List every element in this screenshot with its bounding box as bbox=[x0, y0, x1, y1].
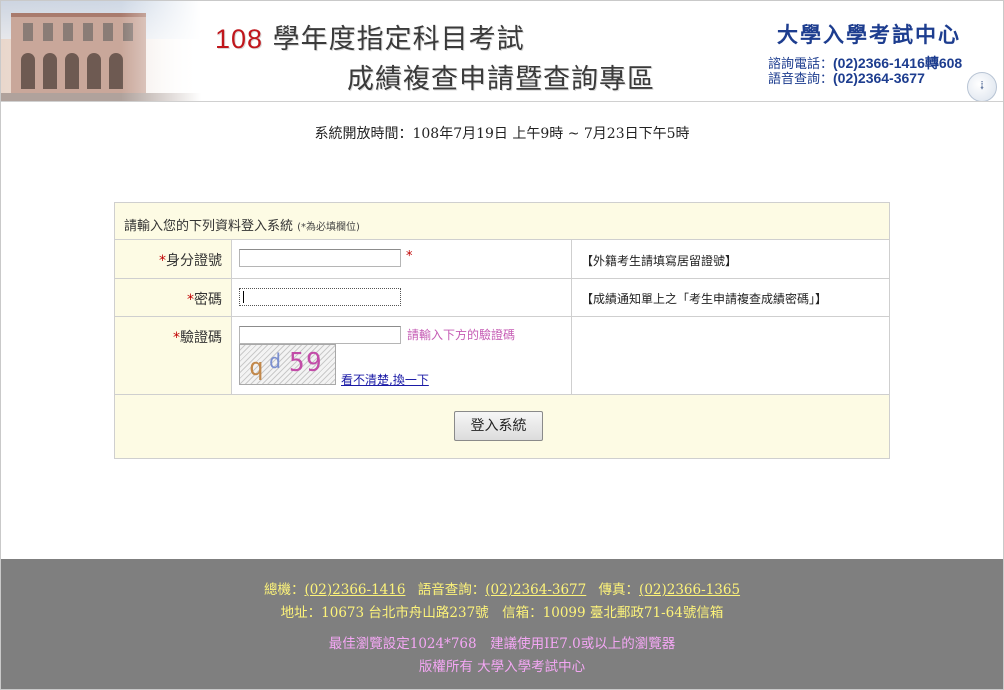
footer-address: 地址：10673 台北市舟山路237號 信箱：10099 臺北郵政71-64號信… bbox=[280, 605, 724, 621]
title-line1-text: 學年度指定科目考試 bbox=[272, 24, 525, 55]
captcha-row: *驗證碼 請輸入下方的驗證碼 q d 5 9 看不清楚,換一下 bbox=[115, 317, 889, 395]
footer-browser-note: 最佳瀏覽設定1024*768 建議使用IE7.0或以上的瀏覽器 bbox=[328, 636, 676, 652]
voice-phone: 語音查詢：(02)2364-3677 bbox=[768, 68, 925, 87]
footer-contact-line: 總機：(02)2366-1416 語音查詢：(02)2364-3677 傳真：(… bbox=[1, 578, 1003, 598]
captcha-char: 5 bbox=[289, 348, 305, 378]
id-label-text: 身分證號 bbox=[166, 253, 222, 269]
page-title-line1: 108 學年度指定科目考試 bbox=[215, 17, 525, 56]
voice-phone-number: (02)2364-3677 bbox=[833, 70, 925, 86]
title-year: 108 bbox=[215, 24, 264, 54]
captcha-char: d bbox=[269, 349, 282, 373]
required-fields-note: (*為必填欄位) bbox=[297, 222, 360, 233]
system-open-time: 系統開放時間：108年7月19日 上午9時 ~ 7月23日下午5時 bbox=[314, 126, 690, 142]
refresh-captcha-link[interactable]: 看不清楚,換一下 bbox=[341, 371, 429, 388]
required-mark: * bbox=[406, 249, 413, 264]
id-label: *身分證號 bbox=[115, 240, 232, 278]
captcha-input-cell: 請輸入下方的驗證碼 q d 5 9 看不清楚,換一下 bbox=[232, 317, 572, 394]
id-note: 【外籍考生請填寫居留證號】 bbox=[581, 254, 738, 268]
footer-voice-label: 語音查詢： bbox=[417, 582, 486, 598]
login-form-caption: 請輸入您的下列資料登入系統 (*為必填欄位) bbox=[115, 203, 889, 240]
footer-main-label: 總機： bbox=[263, 582, 305, 598]
password-label: *密碼 bbox=[115, 279, 232, 316]
login-form: 請輸入您的下列資料登入系統 (*為必填欄位) *身分證號 * 【外籍考生請填寫居… bbox=[114, 202, 890, 459]
captcha-image: q d 5 9 bbox=[239, 344, 336, 385]
id-row: *身分證號 * 【外籍考生請填寫居留證號】 bbox=[115, 240, 889, 279]
captcha-label: *驗證碼 bbox=[115, 317, 232, 394]
campus-building-photo bbox=[1, 1, 201, 101]
captcha-char: q bbox=[249, 353, 264, 381]
captcha-input[interactable] bbox=[239, 326, 401, 344]
password-input-cell bbox=[232, 279, 572, 316]
site-header: 108 學年度指定科目考試 成績複查申請暨查詢專區 大學入學考試中心 諮詢電話：… bbox=[1, 1, 1003, 102]
footer-main-phone-link[interactable]: (02)2366-1416 bbox=[304, 582, 405, 598]
required-mark: * bbox=[173, 330, 180, 346]
site-footer: 總機：(02)2366-1416 語音查詢：(02)2364-3677 傳真：(… bbox=[1, 559, 1003, 689]
voice-phone-label: 語音查詢： bbox=[768, 72, 834, 87]
footer-copyright: 版權所有 大學入學考試中心 bbox=[418, 659, 586, 675]
required-mark: * bbox=[187, 292, 194, 308]
scroll-down-icon[interactable]: ⭭ bbox=[967, 72, 997, 101]
login-caption-text: 請輸入您的下列資料登入系統 bbox=[124, 219, 294, 234]
footer-fax-link[interactable]: (02)2366-1365 bbox=[639, 582, 740, 598]
page-title-line2: 成績複查申請暨查詢專區 bbox=[347, 64, 655, 95]
org-name: 大學入學考試中心 bbox=[777, 22, 961, 47]
text-caret bbox=[243, 291, 244, 303]
captcha-label-text: 驗證碼 bbox=[180, 330, 222, 346]
footer-fax-label: 傳真： bbox=[598, 582, 640, 598]
submit-area: 登入系統 bbox=[115, 395, 889, 458]
id-input-cell: * bbox=[232, 240, 572, 278]
password-input[interactable] bbox=[239, 288, 401, 306]
captcha-char: 9 bbox=[306, 348, 322, 378]
required-mark: * bbox=[159, 253, 166, 269]
login-button[interactable]: 登入系統 bbox=[454, 411, 543, 441]
id-number-input[interactable] bbox=[239, 249, 401, 267]
captcha-note-cell bbox=[572, 317, 889, 394]
password-label-text: 密碼 bbox=[194, 292, 222, 308]
footer-voice-phone-link[interactable]: (02)2364-3677 bbox=[485, 582, 586, 598]
password-row: *密碼 【成績通知單上之「考生申請複查成績密碼」】 bbox=[115, 279, 889, 317]
password-note: 【成績通知單上之「考生申請複查成績密碼」】 bbox=[581, 292, 828, 306]
captcha-hint: 請輸入下方的驗證碼 bbox=[407, 328, 516, 342]
